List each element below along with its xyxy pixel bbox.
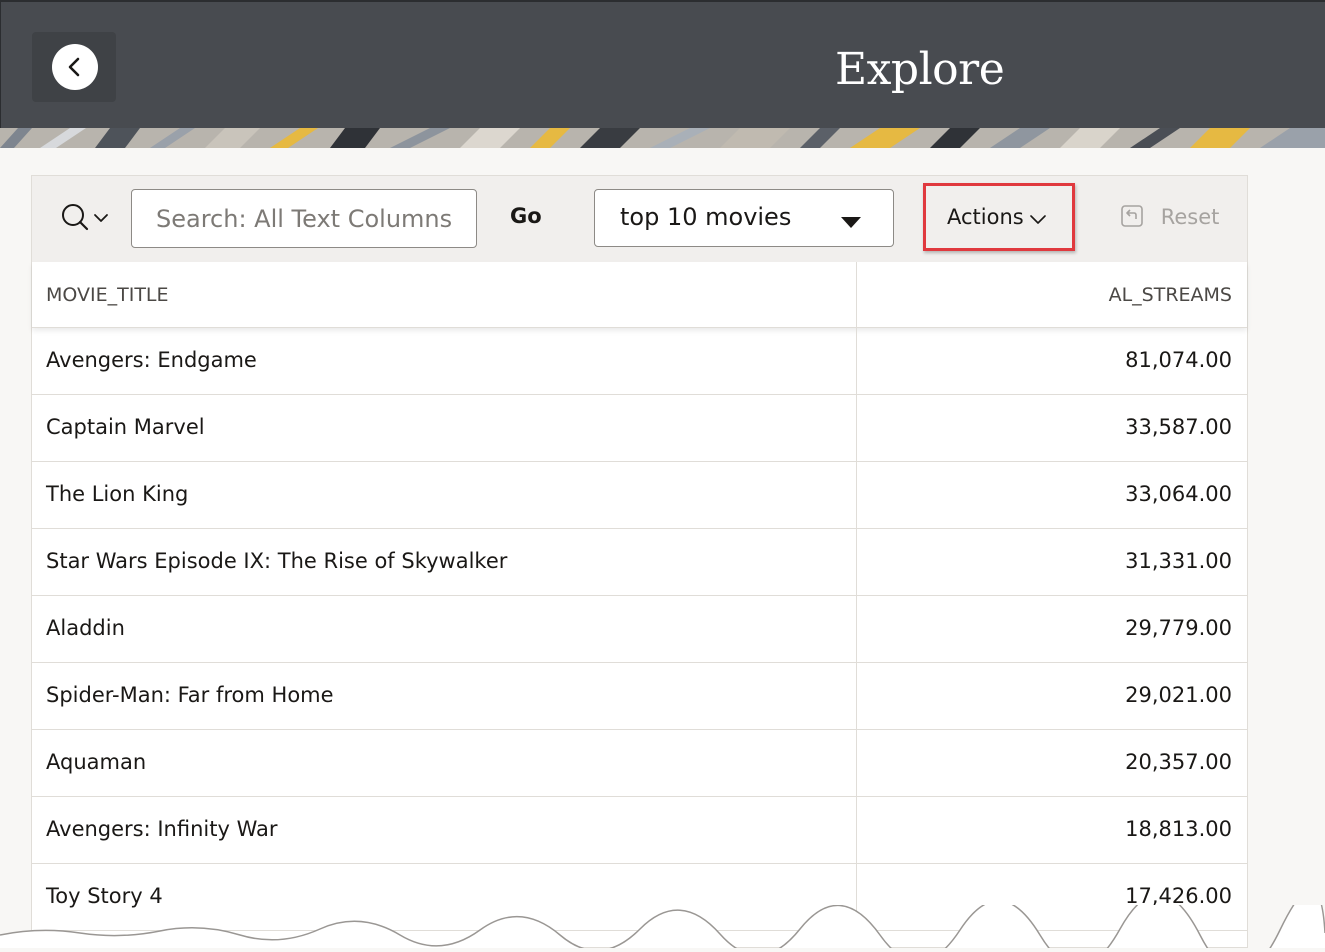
cell-movie-title: Aquaman — [46, 750, 147, 774]
report-table: MOVIE_TITLE AL_STREAMS Avengers: Endgame… — [32, 262, 1247, 931]
cell-al-streams: 33,064.00 — [1125, 482, 1232, 506]
cell-movie-title: Captain Marvel — [46, 415, 205, 439]
reset-label: Reset — [1160, 205, 1220, 229]
table-row: Star Wars Episode IX: The Rise of Skywal… — [32, 529, 1247, 596]
actions-menu-button[interactable]: Actions — [947, 205, 1046, 230]
cell-movie-title: Avengers: Endgame — [46, 348, 257, 372]
cell-movie-title: Star Wars Episode IX: The Rise of Skywal… — [46, 549, 508, 573]
cell-al-streams: 33,587.00 — [1125, 415, 1232, 439]
report-toolbar: Go top 10 movies Actions Reset — [32, 176, 1247, 263]
cell-al-streams: 18,813.00 — [1125, 817, 1232, 841]
cell-movie-title: The Lion King — [46, 482, 189, 506]
search-column-selector[interactable] — [60, 202, 112, 236]
reset-button[interactable]: Reset — [1120, 204, 1219, 229]
column-header-al-streams[interactable]: AL_STREAMS — [1109, 284, 1232, 306]
table-row: Aladdin 29,779.00 — [32, 596, 1247, 663]
table-row: Spider-Man: Far from Home 29,021.00 — [32, 663, 1247, 730]
table-row: The Lion King 33,064.00 — [32, 462, 1247, 529]
cell-movie-title: Avengers: Infinity War — [46, 817, 278, 841]
table-row: Aquaman 20,357.00 — [32, 730, 1247, 797]
reset-icon — [1120, 205, 1151, 229]
chevron-down-icon — [1029, 206, 1046, 230]
decorative-banner — [0, 128, 1325, 148]
saved-report-value: top 10 movies — [620, 203, 792, 231]
torn-edge — [0, 888, 1325, 952]
cell-movie-title: Spider-Man: Far from Home — [46, 683, 334, 707]
cell-al-streams: 20,357.00 — [1125, 750, 1232, 774]
cell-al-streams: 29,021.00 — [1125, 683, 1232, 707]
caret-down-icon — [841, 214, 861, 233]
cell-al-streams: 81,074.00 — [1125, 348, 1232, 372]
cell-movie-title: Aladdin — [46, 616, 125, 640]
table-row: Avengers: Infinity War 18,813.00 — [32, 797, 1247, 864]
table-header: MOVIE_TITLE AL_STREAMS — [32, 262, 1247, 328]
cell-al-streams: 29,779.00 — [1125, 616, 1232, 640]
column-divider — [856, 262, 857, 922]
column-header-movie-title[interactable]: MOVIE_TITLE — [46, 284, 169, 306]
back-button[interactable] — [32, 32, 116, 102]
go-button[interactable]: Go — [510, 204, 542, 228]
chevron-left-icon — [52, 44, 98, 90]
saved-report-select[interactable]: top 10 movies — [594, 189, 894, 247]
search-input[interactable] — [131, 189, 477, 248]
page-title: Explore — [835, 44, 1005, 95]
interactive-report: Go top 10 movies Actions Reset MOVIE_TIT… — [31, 175, 1248, 948]
actions-label: Actions — [947, 205, 1024, 229]
table-row: Captain Marvel 33,587.00 — [32, 395, 1247, 462]
table-row: Avengers: Endgame 81,074.00 — [32, 328, 1247, 395]
search-icon — [60, 204, 112, 240]
cell-al-streams: 31,331.00 — [1125, 549, 1232, 573]
app-header: Explore — [0, 0, 1325, 128]
